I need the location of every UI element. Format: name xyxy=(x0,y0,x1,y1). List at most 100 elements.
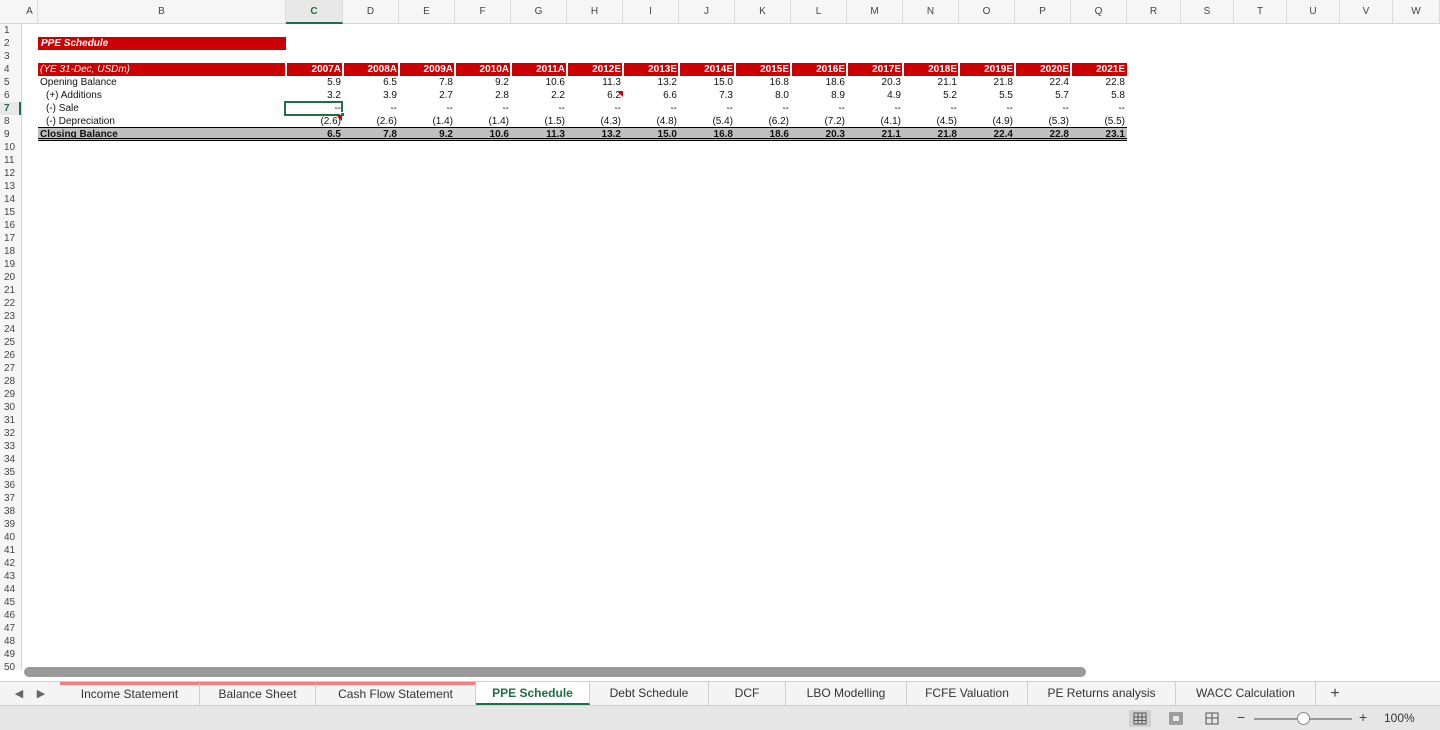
horizontal-scrollbar[interactable] xyxy=(24,667,1086,677)
sheet-tab[interactable]: FCFE Valuation xyxy=(907,682,1028,705)
column-header[interactable]: O xyxy=(959,0,1015,24)
year-header[interactable]: 2012E xyxy=(567,63,623,76)
year-header[interactable]: 2020E xyxy=(1015,63,1071,76)
row-header[interactable]: 25 xyxy=(0,336,21,349)
value-cell[interactable]: 5.7 xyxy=(1015,89,1071,102)
column-header[interactable]: L xyxy=(791,0,847,24)
row-label[interactable]: Opening Balance xyxy=(40,76,117,89)
row-header[interactable]: 19 xyxy=(0,258,21,271)
page-break-view-icon[interactable] xyxy=(1201,710,1223,727)
row-header[interactable]: 29 xyxy=(0,388,21,401)
value-cell[interactable]: -- xyxy=(959,102,1015,115)
value-cell[interactable]: 8.9 xyxy=(791,89,847,102)
value-cell[interactable]: 5.2 xyxy=(903,89,959,102)
year-header[interactable]: 2010A xyxy=(455,63,511,76)
value-cell[interactable]: 21.1 xyxy=(903,76,959,89)
column-header[interactable]: C xyxy=(286,0,343,24)
value-cell[interactable]: 22.8 xyxy=(1015,128,1071,141)
year-header[interactable]: 2018E xyxy=(903,63,959,76)
zoom-slider-thumb[interactable] xyxy=(1297,712,1310,725)
comment-indicator[interactable] xyxy=(336,115,342,121)
row-header[interactable]: 16 xyxy=(0,219,21,232)
value-cell[interactable]: 23.1 xyxy=(1071,128,1127,141)
column-header[interactable]: W xyxy=(1393,0,1440,24)
value-cell[interactable]: 5.8 xyxy=(1071,89,1127,102)
row-header[interactable]: 9 xyxy=(0,128,21,141)
value-cell[interactable]: 18.6 xyxy=(735,128,791,141)
sheet-tab[interactable]: PE Returns analysis xyxy=(1028,682,1176,705)
row-header[interactable]: 36 xyxy=(0,479,21,492)
row-label[interactable]: (-) Depreciation xyxy=(46,115,115,128)
row-header[interactable]: 49 xyxy=(0,648,21,661)
year-header[interactable]: 2014E xyxy=(679,63,735,76)
row-header[interactable]: 21 xyxy=(0,284,21,297)
row-header[interactable]: 24 xyxy=(0,323,21,336)
add-sheet-button[interactable]: + xyxy=(1322,682,1348,705)
year-header[interactable]: 2009A xyxy=(399,63,455,76)
column-header[interactable]: U xyxy=(1287,0,1340,24)
year-header[interactable]: 2019E xyxy=(959,63,1015,76)
row-header[interactable]: 47 xyxy=(0,622,21,635)
row-header[interactable]: 23 xyxy=(0,310,21,323)
year-header[interactable]: 2011A xyxy=(511,63,567,76)
row-header[interactable]: 37 xyxy=(0,492,21,505)
value-cell[interactable]: (4.8) xyxy=(623,115,679,128)
row-header[interactable]: 14 xyxy=(0,193,21,206)
column-header[interactable]: K xyxy=(735,0,791,24)
row-header[interactable]: 33 xyxy=(0,440,21,453)
row-header[interactable]: 38 xyxy=(0,505,21,518)
row-header[interactable]: 26 xyxy=(0,349,21,362)
row-header[interactable]: 3 xyxy=(0,50,21,63)
row-header[interactable]: 27 xyxy=(0,362,21,375)
value-cell[interactable]: 16.8 xyxy=(679,128,735,141)
column-header[interactable]: Q xyxy=(1071,0,1127,24)
row-header[interactable]: 42 xyxy=(0,557,21,570)
value-cell[interactable]: 4.9 xyxy=(847,89,903,102)
row-header[interactable]: 17 xyxy=(0,232,21,245)
row-header[interactable]: 44 xyxy=(0,583,21,596)
sheet-tab[interactable]: LBO Modelling xyxy=(786,682,907,705)
value-cell[interactable]: (1.4) xyxy=(399,115,455,128)
row-header[interactable]: 4 xyxy=(0,63,21,76)
row-header[interactable]: 20 xyxy=(0,271,21,284)
row-header[interactable]: 43 xyxy=(0,570,21,583)
value-cell[interactable]: (1.5) xyxy=(511,115,567,128)
value-cell[interactable]: 20.3 xyxy=(847,76,903,89)
active-cell-selection[interactable] xyxy=(284,101,343,116)
value-cell[interactable]: -- xyxy=(791,102,847,115)
value-cell[interactable]: 11.3 xyxy=(567,76,623,89)
value-cell[interactable]: 6.6 xyxy=(623,89,679,102)
year-header[interactable]: 2008A xyxy=(343,63,399,76)
value-cell[interactable]: 21.8 xyxy=(903,128,959,141)
row-header[interactable]: 11 xyxy=(0,154,21,167)
row-header[interactable]: 34 xyxy=(0,453,21,466)
value-cell[interactable]: (6.2) xyxy=(735,115,791,128)
row-header[interactable]: 48 xyxy=(0,635,21,648)
cell-grid[interactable]: PPE Schedule (YE 31-Dec, USDm) 2007A 2008… xyxy=(22,24,1440,670)
year-header[interactable]: 2015E xyxy=(735,63,791,76)
value-cell[interactable]: 5.5 xyxy=(959,89,1015,102)
value-cell[interactable]: 9.2 xyxy=(455,76,511,89)
value-cell[interactable]: 2.8 xyxy=(455,89,511,102)
column-header[interactable]: M xyxy=(847,0,903,24)
value-cell[interactable]: 6.5 xyxy=(343,76,399,89)
row-header[interactable]: 15 xyxy=(0,206,21,219)
column-header[interactable]: H xyxy=(567,0,623,24)
column-header[interactable]: B xyxy=(38,0,286,24)
value-cell[interactable]: -- xyxy=(567,102,623,115)
row-header[interactable]: 6 xyxy=(0,89,21,102)
value-cell[interactable]: 16.8 xyxy=(735,76,791,89)
value-cell[interactable]: 8.0 xyxy=(735,89,791,102)
value-cell[interactable]: 5.9 xyxy=(286,76,343,89)
value-cell[interactable]: (7.2) xyxy=(791,115,847,128)
value-cell[interactable]: -- xyxy=(1071,102,1127,115)
value-cell[interactable]: 2.2 xyxy=(511,89,567,102)
value-cell[interactable]: 7.8 xyxy=(343,128,399,141)
value-cell[interactable]: -- xyxy=(1015,102,1071,115)
value-cell[interactable]: (1.4) xyxy=(455,115,511,128)
row-header[interactable]: 40 xyxy=(0,531,21,544)
row-header[interactable]: 8 xyxy=(0,115,21,128)
value-cell[interactable]: -- xyxy=(735,102,791,115)
row-header[interactable]: 5 xyxy=(0,76,21,89)
value-cell[interactable]: -- xyxy=(847,102,903,115)
